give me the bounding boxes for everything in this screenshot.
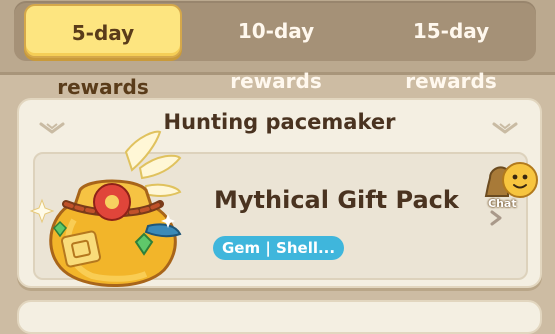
gift-pack-icon	[29, 130, 182, 288]
chat-label[interactable]: Chat	[488, 197, 517, 210]
reward-contents-tag[interactable]: Gem | Shell...	[213, 236, 345, 260]
chevron-down-right-icon	[492, 122, 518, 134]
reward-tab-bar: 5-day rewards 10-day rewards 15-day rewa…	[0, 0, 555, 99]
tab-15-day-rewards[interactable]: 15-day rewards	[364, 6, 538, 93]
next-reward-panel	[17, 300, 542, 334]
tab-10-day-rewards[interactable]: 10-day rewards	[190, 6, 362, 93]
tab-5-day-rewards[interactable]: 5-day rewards	[24, 4, 182, 99]
reward-name: Mythical Gift Pack	[214, 186, 459, 214]
